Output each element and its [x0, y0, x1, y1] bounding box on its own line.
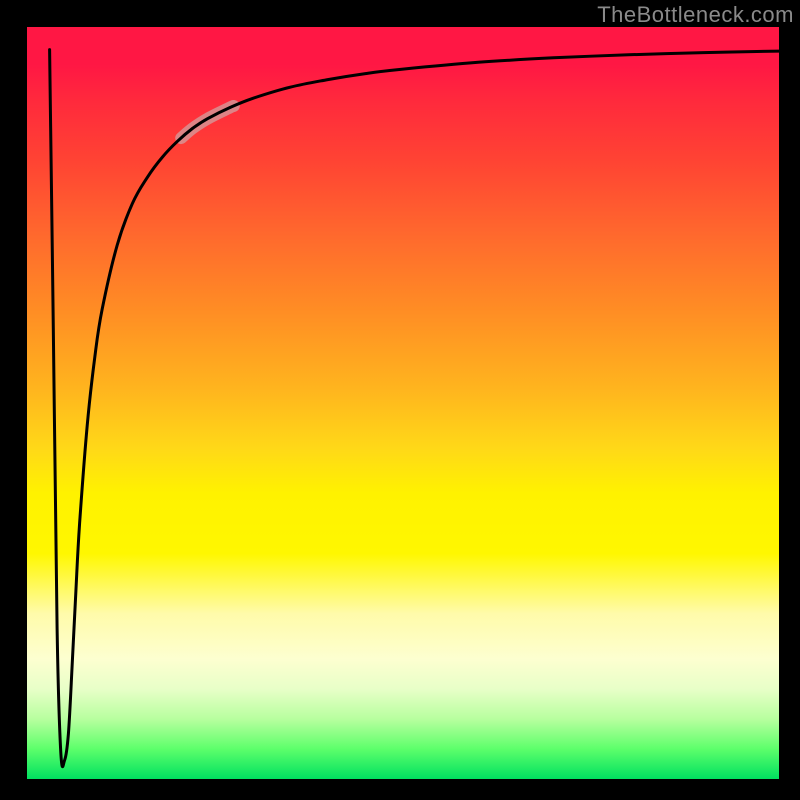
curve-layer	[0, 0, 800, 800]
watermark-text: TheBottleneck.com	[597, 2, 794, 28]
chart-frame: TheBottleneck.com	[0, 0, 800, 800]
curve-main	[50, 50, 779, 767]
